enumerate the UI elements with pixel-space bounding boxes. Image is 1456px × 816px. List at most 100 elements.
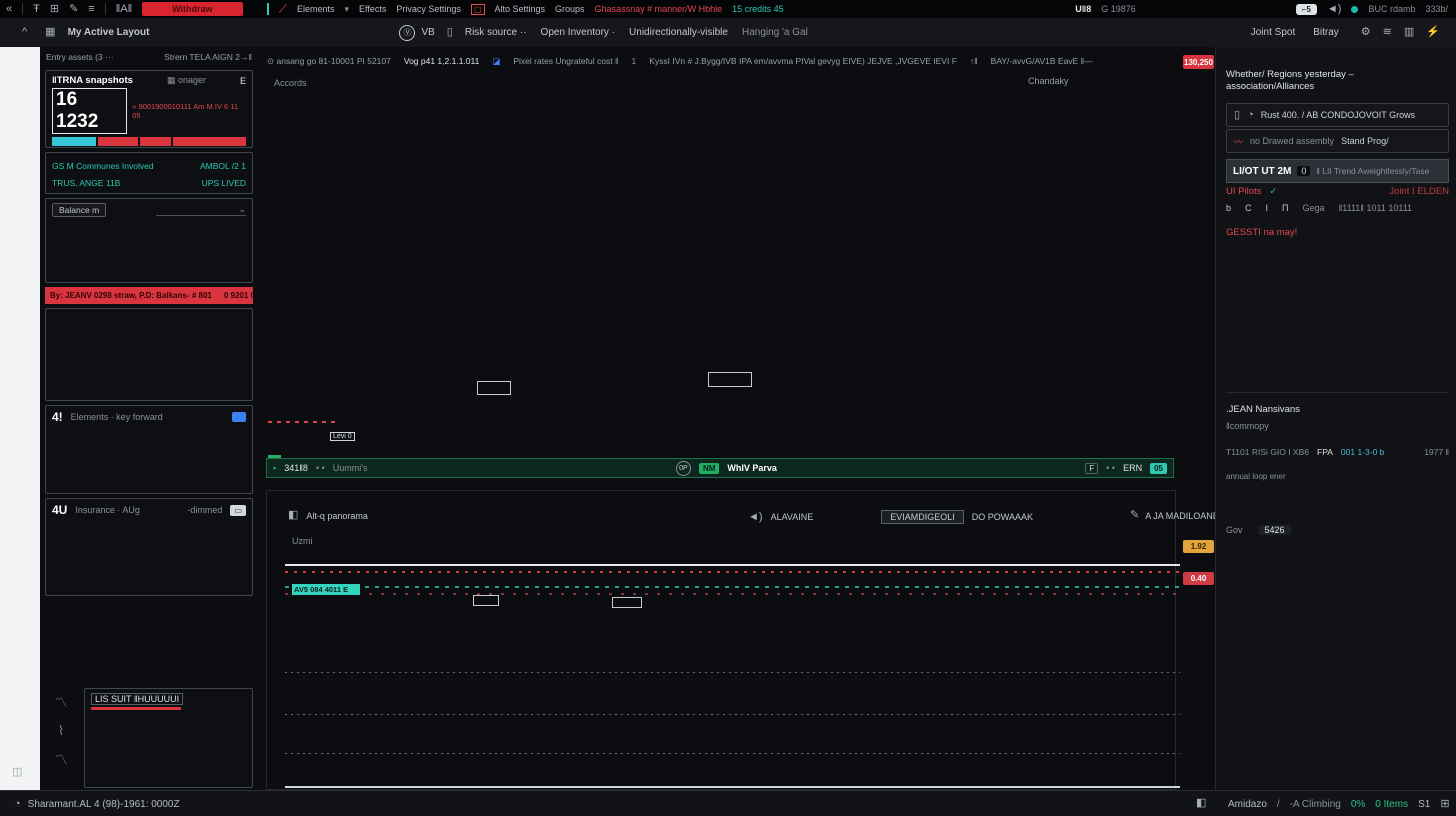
- drawing-rectangle[interactable]: [477, 381, 511, 395]
- toggle-pill[interactable]: ⌐5: [1296, 4, 1317, 15]
- sparkline-icon[interactable]: 〽: [54, 753, 67, 767]
- balance-row[interactable]: [52, 217, 246, 234]
- onager-label[interactable]: ▦ onager: [167, 75, 206, 86]
- arrow-up-icon[interactable]: ↑‖: [970, 56, 978, 66]
- summary-row[interactable]: GS M Communes InvolvedAMBOL /2 1: [52, 157, 246, 174]
- row-segment: UPS LIVED: [202, 178, 246, 188]
- text-box-tool-icon[interactable]: ‖A‖: [116, 4, 132, 15]
- tab-i[interactable]: I: [1266, 203, 1269, 213]
- price-row-mid: FPA: [1317, 447, 1333, 457]
- back-icon[interactable]: «: [6, 4, 12, 15]
- speaker-icon[interactable]: ◄): [748, 512, 763, 523]
- balance-input[interactable]: ⌄: [156, 204, 246, 216]
- draw-tool-icon[interactable]: ✎: [69, 4, 78, 15]
- pin-tool-icon[interactable]: Ŧ: [33, 4, 40, 15]
- expand-icon[interactable]: E: [240, 76, 246, 86]
- red-dashed-level: [268, 421, 338, 423]
- drawing-rectangle[interactable]: [708, 372, 752, 387]
- pilots-label[interactable]: UI Pilots: [1226, 186, 1261, 197]
- menu-hanging[interactable]: Hanging 'a Gal: [742, 27, 808, 38]
- divider: [1226, 392, 1449, 393]
- position-badge-nm[interactable]: NM: [699, 463, 719, 474]
- drawings-row[interactable]: 〰 no Drawed assembly Stand Prog/: [1226, 129, 1449, 153]
- grid-icon[interactable]: ⊞: [1440, 799, 1449, 810]
- menu-groups[interactable]: Groups: [555, 4, 585, 14]
- teal-series-label[interactable]: AV5 084 4011 E: [292, 584, 360, 595]
- waves-icon[interactable]: ≋: [1383, 27, 1392, 38]
- position-badge-f[interactable]: F: [1085, 463, 1098, 474]
- pen-line-icon[interactable]: ⟋: [279, 2, 287, 17]
- green-dashed-line: [285, 586, 1180, 588]
- pencil-icon[interactable]: ✎: [1130, 510, 1139, 521]
- bar-chart-icon[interactable]: ◧: [1196, 798, 1206, 809]
- blue-badge[interactable]: [232, 412, 246, 422]
- joint-label[interactable]: Joint I ELDEN: [1389, 186, 1449, 197]
- interval-label[interactable]: Vog p41 1,2.1.1.011: [404, 56, 479, 66]
- menu-risk-source[interactable]: Risk source ··: [465, 27, 527, 38]
- active-position-strip[interactable]: ▪ 341‖8 • • Uummi's 0P NM WhIV Parva F •…: [266, 458, 1174, 478]
- slash: /: [1277, 799, 1280, 810]
- panel-icon[interactable]: ▥: [1404, 27, 1414, 38]
- indicator-label[interactable]: Pixel rates Ungrateful cost ‖: [513, 56, 618, 66]
- series-breadcrumb: KyssI IVn # J.Bygg/IVB IPA em/avvma PIVa…: [649, 56, 957, 66]
- section-count: 4!: [52, 410, 63, 424]
- alert-banner[interactable]: By: JEANV 0298 straw, P.D: Balkans- # 80…: [45, 287, 253, 304]
- cyan-line-series: [285, 533, 1180, 567]
- row-segment: TRUS, ANGE 11B: [52, 178, 120, 188]
- madiloane-label[interactable]: A JA MADILOANE: [1145, 511, 1219, 521]
- tab-c[interactable]: C: [1245, 203, 1252, 213]
- time-axis[interactable]: [285, 762, 1180, 776]
- menu-elements[interactable]: Elements: [297, 4, 335, 14]
- drawing-rectangle[interactable]: [612, 597, 642, 608]
- indicator-button[interactable]: EVIAMDIGEOLI: [881, 510, 964, 524]
- lightning-icon[interactable]: ⚡: [1426, 27, 1440, 38]
- account-row[interactable]: ▯ ◔ Rust 400. / AB CONDOJOVOIT Grows: [1226, 103, 1449, 127]
- grid-tool-icon[interactable]: ⊞: [50, 4, 59, 15]
- entry-assets-label[interactable]: Entry assets (3 ···: [46, 52, 114, 62]
- speaker-icon[interactable]: ◄): [1327, 4, 1342, 15]
- indicator-title[interactable]: Alt-q panorama: [306, 511, 368, 521]
- symbol-search[interactable]: ⊙ ansang go 81-10001 PI 52107: [267, 56, 391, 67]
- balance-chip[interactable]: Balance m: [52, 203, 106, 217]
- menu-alto-settings[interactable]: Alto Settings: [495, 4, 546, 14]
- flag-icon[interactable]: ◪: [492, 56, 500, 67]
- layout-grid-icon[interactable]: ▦: [45, 27, 55, 38]
- checkbox[interactable]: ▭: [230, 505, 246, 516]
- dotted-separator: [285, 753, 1180, 754]
- drawing-rectangle[interactable]: [473, 595, 499, 606]
- page-chip[interactable]: 5426: [1259, 525, 1291, 535]
- orange-axis-tag: 1.92: [1183, 540, 1214, 553]
- price-axis[interactable]: [1181, 75, 1215, 458]
- chevron-up-icon[interactable]: ^: [22, 27, 27, 38]
- settings-icon[interactable]: ⚙: [1361, 27, 1371, 38]
- section-header-badge: 0: [1297, 166, 1310, 176]
- alavaine-label[interactable]: ALAVAINE: [771, 512, 814, 522]
- menu-joint-spot[interactable]: Joint Spot: [1251, 27, 1295, 38]
- level-label[interactable]: Levi 0: [330, 432, 355, 441]
- climbing-label[interactable]: -A Climbing: [1290, 799, 1341, 810]
- red-square-icon[interactable]: ▢: [471, 4, 485, 15]
- count-label: 1: [631, 56, 636, 66]
- menu-effects[interactable]: Effects: [359, 4, 386, 14]
- price-row[interactable]: T1101 RISi GIO I XB6 FPA 001 1-3-0 b 197…: [1226, 447, 1449, 457]
- menu-bitray[interactable]: Bitray: [1313, 27, 1339, 38]
- align-tool-icon[interactable]: ≡: [88, 4, 94, 15]
- section-header[interactable]: LI/OT UT 2M 0 ‖ LII Trend Aweightlessly/…: [1226, 159, 1449, 183]
- tab-b[interactable]: b: [1226, 203, 1231, 213]
- position-badge-op[interactable]: 0P: [676, 461, 691, 476]
- menu-visibility[interactable]: Unidirectionally-visible: [629, 27, 728, 38]
- amidazo-label[interactable]: Amidazo: [1228, 799, 1267, 810]
- phone-icon[interactable]: ▯: [447, 27, 453, 38]
- menu-open-inventory[interactable]: Open Inventory ·: [541, 27, 615, 38]
- tab-p[interactable]: Π: [1282, 203, 1289, 213]
- histogram-icon[interactable]: ◧: [288, 510, 298, 521]
- menu-privacy[interactable]: Privacy Settings: [396, 4, 461, 14]
- sparkline-icon[interactable]: 〽: [54, 696, 67, 710]
- withdraw-button[interactable]: Withdraw: [142, 2, 242, 16]
- mini-chart-icon[interactable]: ◫: [12, 765, 22, 778]
- stand-prog-text: Stand Prog/: [1341, 136, 1389, 146]
- layout-name[interactable]: My Active Layout: [68, 27, 150, 38]
- summary-row[interactable]: TRUS, ANGE 11B UPS LIVED: [52, 174, 246, 191]
- sparkline-icon[interactable]: ⌇: [58, 724, 64, 738]
- powaaak-label[interactable]: DO POWAAAK: [972, 512, 1033, 522]
